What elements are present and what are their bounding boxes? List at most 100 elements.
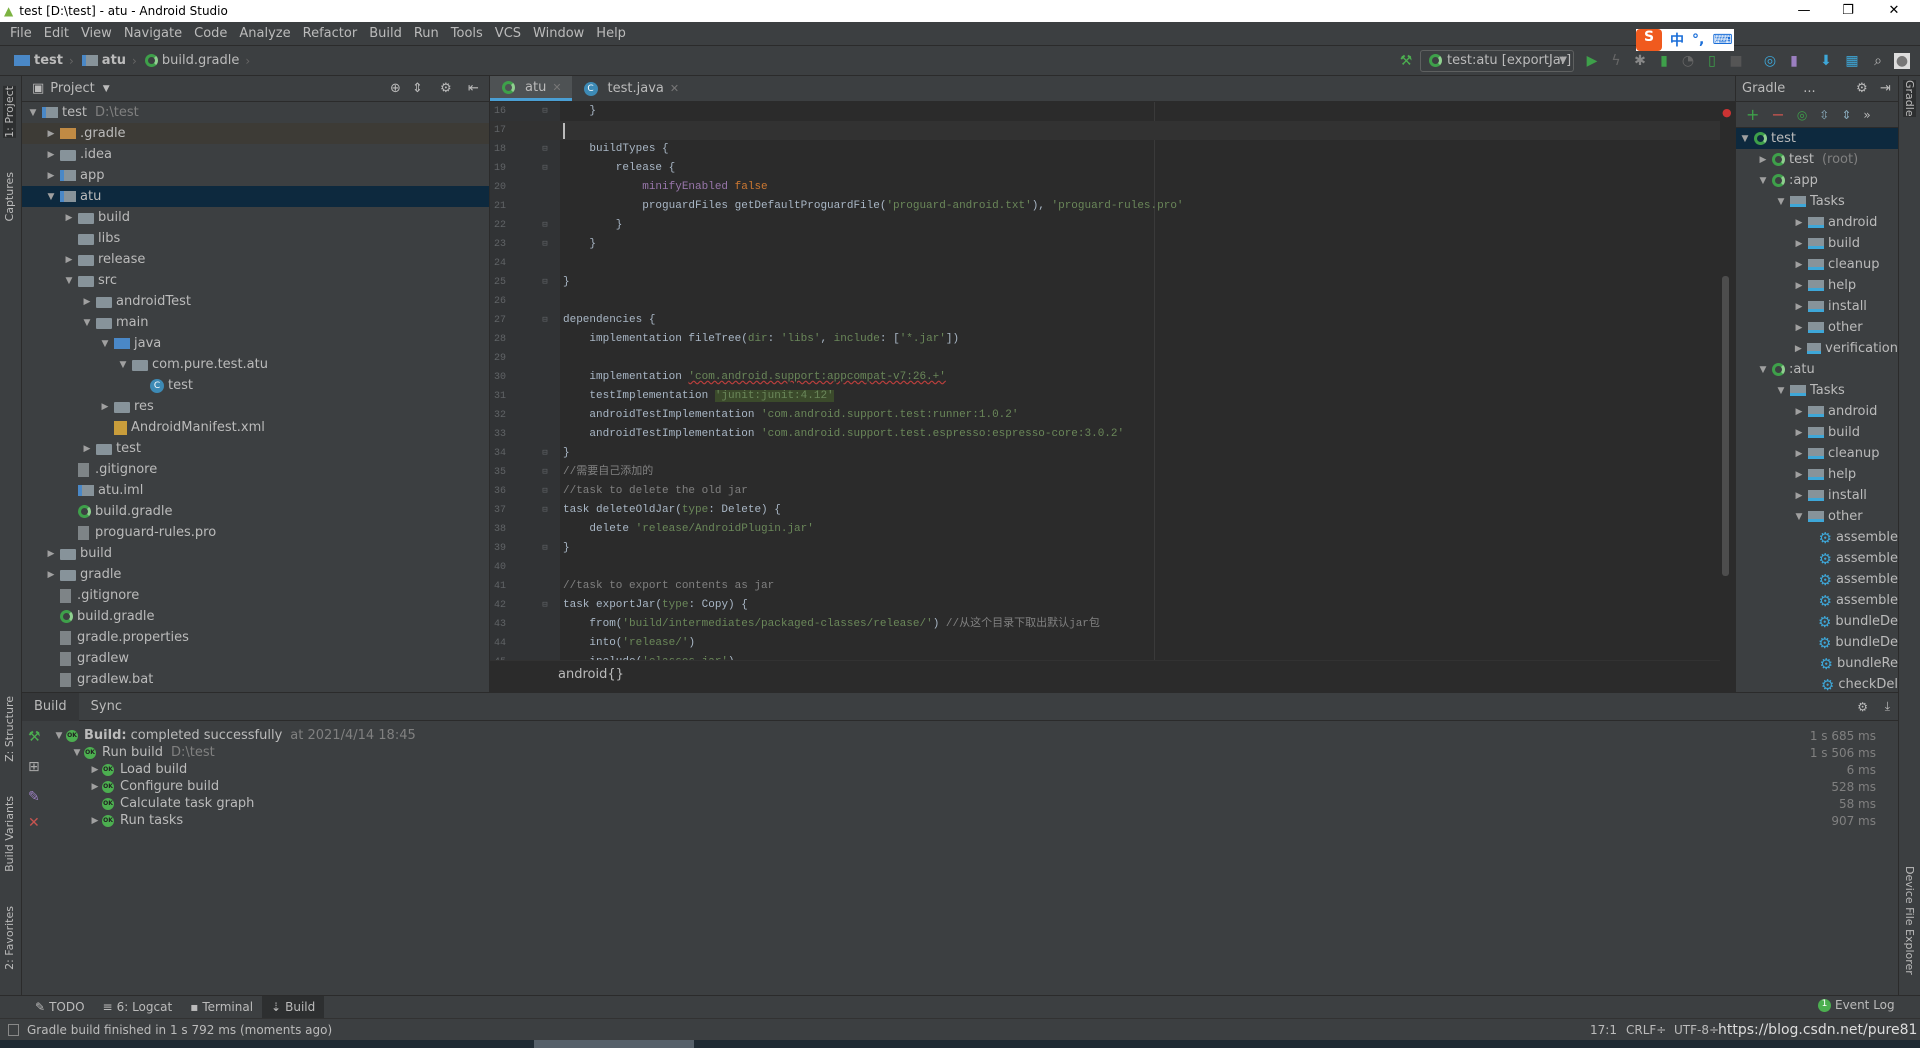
code-line[interactable]: 18 ⊟ buildTypes { [490, 140, 1720, 159]
ime-punctuation[interactable]: °, [1692, 32, 1704, 48]
collapsed-arrow-icon[interactable]: ▶ [1792, 323, 1806, 333]
collapse-all-icon[interactable]: ⇕ [1841, 108, 1851, 122]
close-tab-icon[interactable]: ✕ [552, 81, 561, 94]
menu-window[interactable]: Window [527, 26, 590, 41]
fold-marker-icon[interactable]: ⊟ [530, 539, 560, 558]
code-line[interactable]: 27 ⊟ dependencies { [490, 311, 1720, 330]
gradle-tree-item[interactable]: ⚙ assemble [1736, 527, 1899, 548]
project-tree-item[interactable]: build.gradle [22, 501, 489, 522]
gradle-tree-item[interactable]: ▶ build [1736, 422, 1898, 443]
menu-analyze[interactable]: Analyze [233, 26, 296, 41]
expanded-arrow-icon[interactable]: ▼ [26, 108, 40, 118]
project-tree-item[interactable]: ▼ src [22, 270, 489, 291]
gradle-tree-item[interactable]: ▼ Tasks [1736, 191, 1898, 212]
project-tree-item[interactable]: ▶ gradle [22, 564, 489, 585]
collapsed-arrow-icon[interactable]: ▶ [1792, 281, 1806, 291]
project-tree-item[interactable]: gradlew.bat [22, 669, 489, 690]
locate-icon[interactable]: ⊕ [390, 81, 401, 96]
event-log-button[interactable]: 1 Event Log [1818, 998, 1895, 1012]
gradle-tree-item[interactable]: ⚙ assemble [1736, 569, 1899, 590]
minimize-panel-icon[interactable]: ⤓ [1885, 699, 1890, 714]
fold-marker-icon[interactable]: ⊟ [530, 463, 560, 482]
code-line[interactable]: 40 [490, 558, 1720, 577]
tool-window-logcat[interactable]: ≡ 6: Logcat [94, 996, 182, 1019]
gradle-tree-item[interactable]: ▶ build [1736, 233, 1898, 254]
code-line[interactable]: 19 ⊟ release { [490, 159, 1720, 178]
collapsed-arrow-icon[interactable]: ▶ [98, 402, 112, 412]
tool-window-build[interactable]: ⇣ Build [262, 995, 325, 1019]
gradle-tree-item[interactable]: ▼ test [1736, 128, 1898, 149]
expanded-arrow-icon[interactable]: ▼ [1792, 512, 1806, 522]
gear-icon[interactable]: ⚙ [440, 81, 452, 96]
gradle-tree-item[interactable]: ▶ verification [1736, 338, 1898, 359]
collapsed-arrow-icon[interactable]: ▶ [1792, 260, 1806, 270]
gradle-tree-item[interactable]: ▶ cleanup [1736, 254, 1898, 275]
code-line[interactable]: 41 //task to export contents as jar [490, 577, 1720, 596]
build-tree-row[interactable]: ▶ OK Run tasks 907 ms [22, 812, 1882, 829]
project-structure-icon[interactable]: ▦ [1844, 53, 1860, 69]
project-tree-item[interactable]: ▼ test D:\test [22, 102, 489, 123]
collapsed-arrow-icon[interactable]: ▶ [88, 816, 102, 826]
gradle-tree-item[interactable]: ▶ cleanup [1736, 443, 1898, 464]
ime-mode[interactable]: 中 [1670, 30, 1684, 50]
collapsed-arrow-icon[interactable]: ▶ [62, 255, 76, 265]
gradle-tree-item[interactable]: ▼:app [1736, 170, 1898, 191]
maximize-button[interactable]: ❐ [1826, 0, 1870, 22]
editor-scrollbar[interactable] [1722, 276, 1729, 576]
expanded-arrow-icon[interactable]: ▼ [44, 192, 58, 202]
expanded-arrow-icon[interactable]: ▼ [80, 318, 94, 328]
tool-window-todo[interactable]: ✎ TODO [26, 996, 94, 1019]
gradle-tree-item[interactable]: ⚙ bundleDe [1736, 611, 1898, 632]
expanded-arrow-icon[interactable]: ▼ [62, 276, 76, 286]
project-tree-item[interactable]: Ctest [22, 375, 489, 396]
expand-all-icon[interactable]: ⇳ [1819, 108, 1829, 122]
code-line[interactable]: 24 [490, 254, 1720, 273]
code-line[interactable]: 43 from('build/intermediates/packaged-cl… [490, 615, 1720, 634]
project-tree-item[interactable]: proguard-rules.pro [22, 522, 489, 543]
code-line[interactable]: 34 ⊟} [490, 444, 1720, 463]
breadcrumb-file[interactable]: build.gradle [139, 53, 244, 68]
file-encoding[interactable]: UTF-8÷ [1674, 1023, 1719, 1037]
tool-window-terminal[interactable]: ▪ Terminal [181, 996, 262, 1019]
run-configuration-select[interactable]: test:atu [exportJar] ▼ [1420, 50, 1574, 72]
collapsed-arrow-icon[interactable]: ▶ [1792, 449, 1806, 459]
project-tree-item[interactable]: ▶ build [22, 543, 489, 564]
code-area[interactable]: 16 ⊟ } 17 18 ⊟ buildTypes {19 ⊟ release {20 m… [490, 102, 1720, 660]
menu-edit[interactable]: Edit [38, 26, 75, 41]
expanded-arrow-icon[interactable]: ▼ [70, 748, 84, 758]
hide-panel-icon[interactable]: ⇥ [1880, 81, 1891, 96]
collapsed-arrow-icon[interactable]: ▶ [44, 549, 58, 559]
debug-icon[interactable]: ✱ [1632, 53, 1648, 69]
project-tree-item[interactable]: .gitignore [22, 459, 489, 480]
gradle-tree-item[interactable]: ⚙ assemble [1736, 590, 1899, 611]
code-line[interactable]: 33 androidTestImplementation 'com.androi… [490, 425, 1720, 444]
gradle-tree-item[interactable]: ▶ install [1736, 296, 1898, 317]
collapsed-arrow-icon[interactable]: ▶ [1792, 491, 1806, 501]
collapse-all-icon[interactable]: ⇕ [412, 81, 423, 96]
project-tree-item[interactable]: ▶ app [22, 165, 489, 186]
gradle-tree-item[interactable]: ⚙ bundleRe [1736, 653, 1899, 674]
tool-tab-gradle[interactable]: Gradle [1903, 80, 1916, 117]
breadcrumb-project[interactable]: test [8, 53, 67, 68]
expanded-arrow-icon[interactable]: ▼ [1774, 197, 1788, 207]
gradle-tree-item[interactable]: ▶ android [1736, 401, 1898, 422]
attach-debugger-icon[interactable]: ▯ [1704, 53, 1720, 69]
menu-navigate[interactable]: Navigate [118, 26, 188, 41]
keyboard-icon[interactable]: ⌨ [1712, 32, 1732, 48]
tool-tab-build-variants[interactable]: Build Variants [3, 796, 16, 872]
code-line[interactable]: 31 testImplementation 'junit:junit:4.12' [490, 387, 1720, 406]
code-line[interactable]: 37 ⊟ task deleteOldJar(type: Delete) { [490, 501, 1720, 520]
run-icon[interactable]: ▶ [1584, 53, 1600, 69]
build-tree-row[interactable]: OK Calculate task graph 58 ms [22, 795, 1882, 812]
collapsed-arrow-icon[interactable]: ▶ [44, 171, 58, 181]
code-line[interactable]: 23 ⊟ } [490, 235, 1720, 254]
collapsed-arrow-icon[interactable]: ▶ [1792, 407, 1806, 417]
gradle-tree-item[interactable]: ▼ Tasks [1736, 380, 1898, 401]
more-actions-icon[interactable]: » [1863, 108, 1870, 122]
fold-marker-icon[interactable]: ⊟ [530, 102, 560, 121]
add-icon[interactable]: + [1746, 105, 1759, 124]
project-tree-item[interactable]: build.gradle [22, 606, 489, 627]
project-tree-item[interactable]: ▶ test [22, 438, 489, 459]
fold-marker-icon[interactable]: ⊟ [530, 501, 560, 520]
menu-help[interactable]: Help [590, 26, 632, 41]
